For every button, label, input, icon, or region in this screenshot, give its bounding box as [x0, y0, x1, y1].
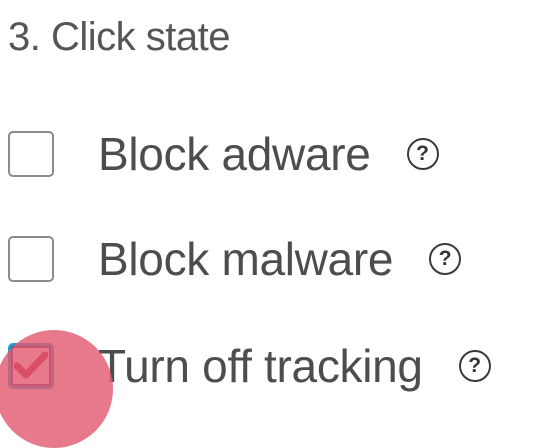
- option-block-malware[interactable]: Block malware ?: [8, 233, 462, 285]
- question-circle-icon[interactable]: ?: [429, 243, 462, 275]
- check-icon: [14, 351, 48, 379]
- help-glyph: ?: [416, 141, 429, 165]
- turn-off-tracking-label[interactable]: Turn off tracking: [98, 340, 423, 392]
- block-malware-label[interactable]: Block malware: [98, 233, 394, 285]
- question-circle-icon[interactable]: ?: [406, 138, 439, 170]
- block-adware-checkbox[interactable]: [8, 131, 54, 177]
- option-block-adware[interactable]: Block adware ?: [8, 128, 439, 180]
- help-glyph: ?: [468, 353, 482, 377]
- option-turn-off-tracking[interactable]: Turn off tracking ?: [8, 340, 491, 392]
- block-adware-label[interactable]: Block adware: [98, 128, 371, 180]
- turn-off-tracking-checkbox[interactable]: [8, 343, 54, 389]
- question-circle-icon[interactable]: ?: [458, 350, 491, 382]
- section-title: 3. Click state: [8, 15, 230, 59]
- help-glyph: ?: [438, 246, 452, 270]
- block-malware-checkbox[interactable]: [8, 236, 54, 282]
